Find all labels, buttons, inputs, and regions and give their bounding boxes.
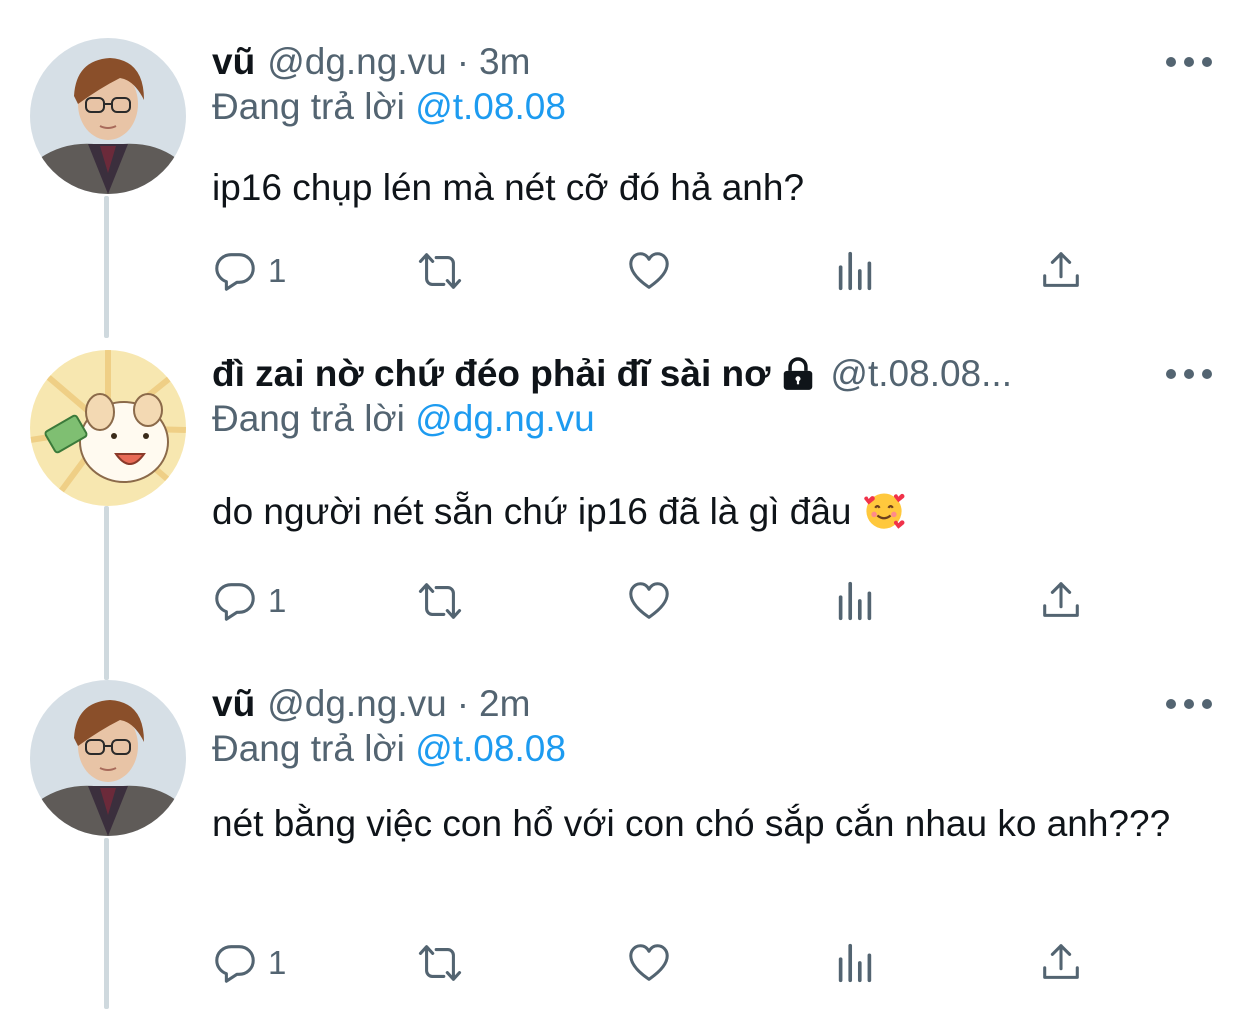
tweet-text-content: do người nét sẵn chứ ip16 đã là gì đâu	[212, 491, 852, 532]
heart-icon	[626, 940, 672, 986]
avatar[interactable]	[30, 38, 186, 194]
separator-dot: ·	[456, 41, 470, 82]
reply-mention-link[interactable]: @t.08.08	[415, 86, 566, 127]
user-handle[interactable]: @t.08.08...	[830, 353, 1012, 395]
retweet-icon	[417, 248, 463, 294]
reply-icon	[212, 940, 258, 986]
tweet-text: ip16 chụp lén mà nét cỡ đó hả anh?	[212, 167, 805, 208]
retweet-button[interactable]	[417, 246, 463, 296]
views-button[interactable]	[832, 938, 878, 988]
reply-button[interactable]: 1	[212, 576, 286, 626]
views-icon	[832, 940, 878, 986]
avatar[interactable]	[30, 350, 186, 506]
heart-icon	[626, 248, 672, 294]
user-handle[interactable]: @dg.ng.vu	[267, 683, 447, 725]
replying-to: Đang trả lời @dg.ng.vu	[212, 398, 595, 440]
user-handle[interactable]: @dg.ng.vu	[267, 41, 447, 83]
reply-count: 1	[268, 944, 287, 981]
reply-icon	[212, 578, 258, 624]
smiling-face-with-hearts-icon	[863, 493, 905, 529]
lock-icon	[784, 357, 813, 390]
like-button[interactable]	[626, 576, 672, 626]
share-button[interactable]	[1038, 246, 1084, 296]
views-button[interactable]	[832, 576, 878, 626]
separator-dot: ·	[456, 683, 470, 724]
person-avatar-icon	[30, 680, 186, 836]
tweet-actions: 1	[212, 576, 1112, 626]
replying-to-label: Đang trả lời	[212, 398, 405, 439]
timestamp[interactable]: 3m	[479, 41, 530, 83]
timestamp[interactable]: 2m	[479, 683, 530, 725]
more-options-icon[interactable]	[1166, 354, 1212, 394]
display-name[interactable]: đì zai nờ chứ đéo phải đĩ sài nơ	[212, 353, 770, 395]
like-button[interactable]	[626, 246, 672, 296]
tweet-actions: 1	[212, 938, 1112, 988]
display-name[interactable]: vũ	[212, 41, 255, 83]
tweet-header: vũ @dg.ng.vu · 3m	[212, 38, 1132, 86]
reply-icon	[212, 248, 258, 294]
cartoon-dog-avatar-icon	[30, 350, 186, 506]
replying-to: Đang trả lời @t.08.08	[212, 86, 566, 128]
share-icon	[1038, 940, 1084, 986]
display-name[interactable]: vũ	[212, 683, 255, 725]
views-icon	[832, 248, 878, 294]
retweet-icon	[417, 940, 463, 986]
replying-to-label: Đang trả lời	[212, 86, 405, 127]
avatar[interactable]	[30, 680, 186, 836]
views-button[interactable]	[832, 246, 878, 296]
tweet[interactable]: vũ @dg.ng.vu · 3m Đang trả lời @t.08.08 …	[0, 38, 1242, 318]
tweet[interactable]: vũ @dg.ng.vu · 2m Đang trả lời @t.08.08 …	[0, 680, 1242, 1000]
retweet-icon	[417, 578, 463, 624]
share-button[interactable]	[1038, 576, 1084, 626]
share-icon	[1038, 248, 1084, 294]
tweet-header: vũ @dg.ng.vu · 2m	[212, 680, 1132, 728]
more-options-icon[interactable]	[1166, 684, 1212, 724]
views-icon	[832, 578, 878, 624]
person-avatar-icon	[30, 38, 186, 194]
replying-to: Đang trả lời @t.08.08	[212, 728, 566, 770]
like-button[interactable]	[626, 938, 672, 988]
retweet-button[interactable]	[417, 938, 463, 988]
reply-count: 1	[268, 582, 287, 619]
tweet-text: do người nét sẵn chứ ip16 đã là gì đâu	[212, 486, 1202, 538]
share-button[interactable]	[1038, 938, 1084, 988]
replying-to-label: Đang trả lời	[212, 728, 405, 769]
retweet-button[interactable]	[417, 576, 463, 626]
tweet-text: nét bằng việc con hổ với con chó sắp cắn…	[212, 803, 1171, 844]
tweet-header: đì zai nờ chứ đéo phải đĩ sài nơ @t.08.0…	[212, 350, 1122, 398]
tweet[interactable]: đì zai nờ chứ đéo phải đĩ sài nơ @t.08.0…	[0, 350, 1242, 650]
reply-mention-link[interactable]: @t.08.08	[415, 728, 566, 769]
more-options-icon[interactable]	[1166, 42, 1212, 82]
heart-icon	[626, 578, 672, 624]
share-icon	[1038, 578, 1084, 624]
reply-button[interactable]: 1	[212, 246, 286, 296]
tweet-actions: 1	[212, 246, 1112, 296]
reply-button[interactable]: 1	[212, 938, 286, 988]
reply-count: 1	[268, 252, 287, 289]
reply-mention-link[interactable]: @dg.ng.vu	[415, 398, 595, 439]
